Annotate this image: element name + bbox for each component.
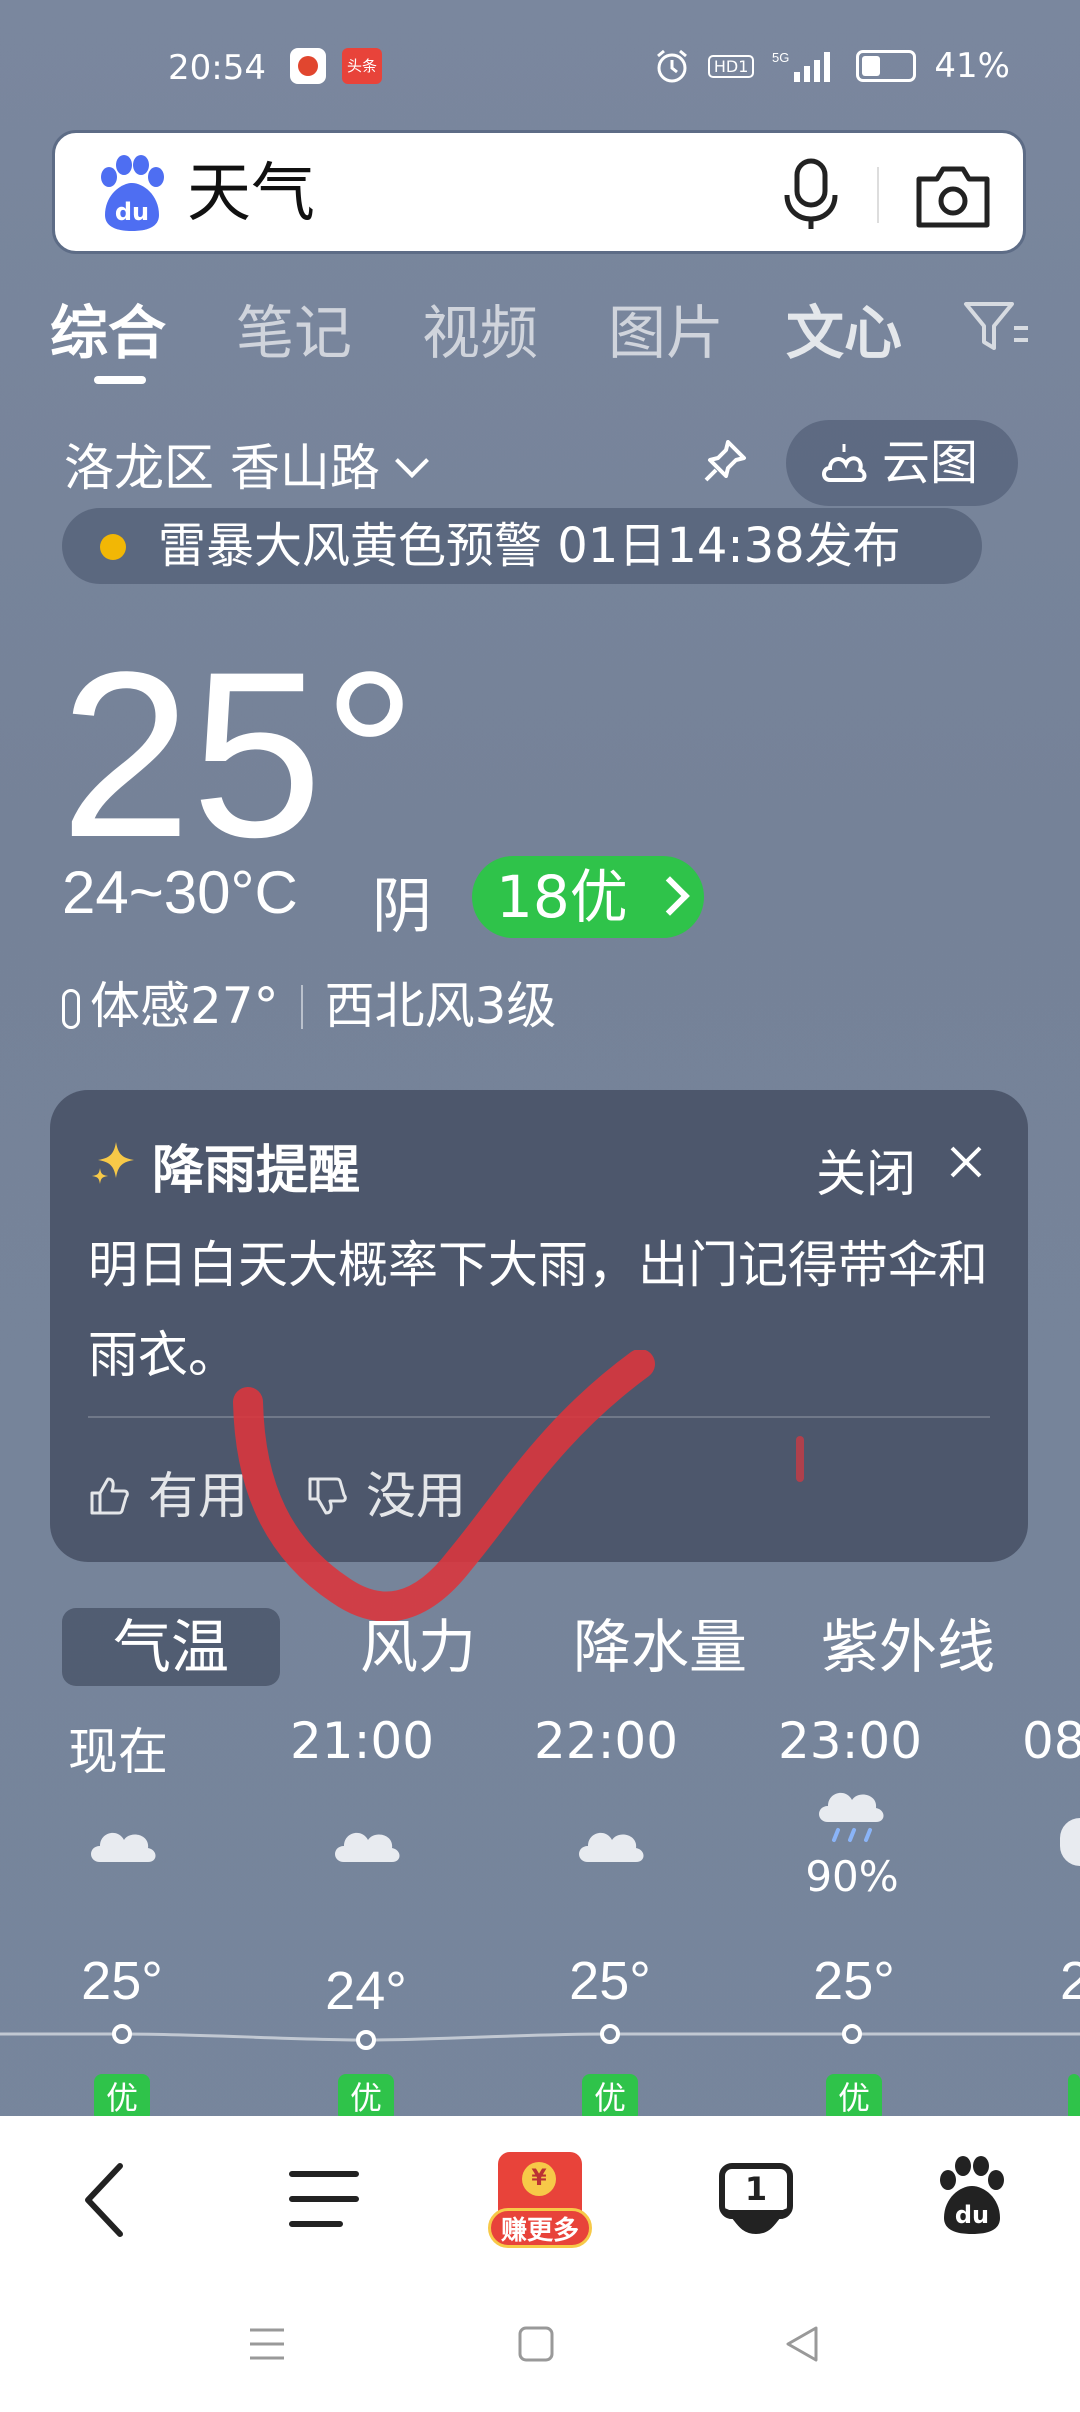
hour-temp: 25° xyxy=(81,1951,163,2011)
air-quality-badge: 优 xyxy=(94,2074,150,2122)
hourly-tab-uv[interactable]: 紫外线 xyxy=(808,1608,1008,1686)
camera-icon[interactable] xyxy=(913,159,993,231)
close-icon[interactable] xyxy=(946,1142,986,1182)
earn-more-label: 赚更多 xyxy=(488,2208,592,2248)
status-bar: 20:54 头条 HD1 5G 41% xyxy=(0,40,1080,100)
search-divider xyxy=(877,167,879,223)
svg-text:5G: 5G xyxy=(772,50,789,65)
hourly-tab-precip[interactable]: 降水量 xyxy=(560,1608,760,1686)
hour-time: 08 xyxy=(1022,1712,1080,1770)
search-box[interactable]: du 天气 xyxy=(52,130,1026,254)
feels-like-text: 体感27° xyxy=(90,977,279,1035)
card-divider xyxy=(88,1416,990,1418)
hour-time: 现在 xyxy=(68,1723,168,1781)
air-quality-badge: 优 xyxy=(582,2074,638,2122)
current-temperature: 25° xyxy=(60,623,417,887)
cloud-map-label: 云图 xyxy=(882,435,979,491)
status-time: 20:54 xyxy=(168,48,266,88)
cloudy-icon xyxy=(579,1832,644,1862)
air-quality-badge: 优 xyxy=(826,2074,882,2122)
temperature-curve xyxy=(0,2024,1080,2050)
card-body: 明日白天大概率下大雨，出门记得带伞和雨衣。 xyxy=(88,1236,988,1384)
hour-time: 22:00 xyxy=(533,1712,679,1770)
earn-more-button[interactable]: ¥ 赚更多 xyxy=(488,2150,592,2254)
card-title: 降雨提醒 xyxy=(152,1141,361,1201)
chevron-right-icon xyxy=(650,876,690,916)
hour-time: 21:00 xyxy=(289,1712,435,1770)
thumbs-up-icon xyxy=(90,1477,129,1515)
air-quality-badge xyxy=(1068,2074,1080,2122)
pin-icon[interactable] xyxy=(700,436,750,486)
sparkle-icon xyxy=(92,1142,134,1184)
toutiao-app-icon: 头条 xyxy=(342,48,382,84)
hour-temp: 2 xyxy=(1060,1951,1080,2011)
useful-button[interactable]: 有用 xyxy=(88,1456,248,1528)
chevron-down-icon xyxy=(394,444,429,478)
useless-label: 没用 xyxy=(366,1467,466,1525)
back-icon[interactable] xyxy=(76,2160,136,2240)
system-home-icon[interactable] xyxy=(516,2324,556,2364)
hourly-tab-temp[interactable]: 气温 xyxy=(62,1608,280,1686)
location-selector[interactable]: 洛龙区 香山路 xyxy=(64,428,429,500)
cloudy-icon xyxy=(335,1832,400,1862)
thermometer-icon xyxy=(62,989,80,1029)
hour-temp: 25° xyxy=(569,1951,651,2011)
weather-warning-banner[interactable]: 雷暴大风黄色预警 01日14:38发布 xyxy=(62,508,982,584)
tab-wenxin[interactable]: 文心 xyxy=(786,286,902,370)
weather-condition: 阴 xyxy=(372,872,432,942)
microphone-icon[interactable] xyxy=(775,157,847,233)
system-menu-icon[interactable] xyxy=(246,2324,288,2364)
tabs-switcher-button[interactable]: 1 xyxy=(716,2160,796,2240)
svg-text:du: du xyxy=(955,2201,989,2229)
thumbs-down-icon xyxy=(308,1477,347,1515)
cloudy-icon xyxy=(1060,1818,1080,1866)
divider xyxy=(300,985,303,1029)
signal-icon: 5G xyxy=(772,50,831,82)
cloudy-icon xyxy=(91,1832,156,1862)
battery-percent: 41% xyxy=(934,46,1010,86)
rain-reminder-card: 降雨提醒 关闭 明日白天大概率下大雨，出门记得带伞和雨衣。 有用 没用 xyxy=(50,1090,1028,1562)
aqi-value: 18优 xyxy=(496,863,628,931)
search-query[interactable]: 天气 xyxy=(187,153,315,235)
warning-text: 雷暴大风黄色预警 01日14:38发布 xyxy=(158,518,901,574)
svg-text:du: du xyxy=(115,198,149,226)
air-quality-badge: 优 xyxy=(338,2074,394,2122)
precip-probability: 90% xyxy=(805,1852,899,1901)
tabs-count: 1 xyxy=(744,2170,768,2208)
feels-like-row: 体感27° 西北风3级 xyxy=(62,966,556,1038)
warning-dot-icon xyxy=(100,534,126,560)
hourly-tab-wind[interactable]: 风力 xyxy=(318,1608,518,1686)
wind-text: 西北风3级 xyxy=(324,977,557,1035)
aqi-badge[interactable]: 18优 xyxy=(472,856,704,938)
rain-icon xyxy=(819,1792,884,1842)
tab-videos[interactable]: 视频 xyxy=(422,286,538,370)
tab-notes[interactable]: 笔记 xyxy=(236,286,352,370)
menu-icon[interactable] xyxy=(288,2166,360,2232)
system-back-icon[interactable] xyxy=(782,2324,822,2364)
hd-voice-icon: HD1 xyxy=(707,54,755,78)
baidu-home-icon[interactable]: du xyxy=(934,2156,1010,2236)
tab-active-indicator xyxy=(94,376,146,384)
cloud-map-button[interactable]: 云图 xyxy=(786,420,1018,506)
temperature-range: 24~30°C xyxy=(62,859,298,926)
coin-icon: ¥ xyxy=(522,2162,556,2196)
search-tabs: 综合 笔记 视频 图片 文心 xyxy=(50,286,1080,386)
battery-icon xyxy=(856,50,917,82)
hour-time: 23:00 xyxy=(777,1712,923,1770)
alarm-icon xyxy=(656,49,687,83)
filter-icon[interactable] xyxy=(962,298,1034,354)
red-mark xyxy=(796,1436,804,1482)
cloud-map-icon xyxy=(822,444,867,482)
location-name: 洛龙区 香山路 xyxy=(64,439,380,497)
baidu-paw-logo-icon: du xyxy=(101,155,164,231)
notification-app-icon xyxy=(290,48,326,84)
tab-images[interactable]: 图片 xyxy=(608,286,724,370)
card-close-label[interactable]: 关闭 xyxy=(816,1134,916,1206)
hour-temp: 25° xyxy=(813,1951,895,2011)
status-right-group: HD1 5G 41% xyxy=(654,46,1010,86)
useful-label: 有用 xyxy=(148,1467,248,1525)
tab-general[interactable]: 综合 xyxy=(50,286,166,370)
useless-button[interactable]: 没用 xyxy=(306,1456,466,1528)
